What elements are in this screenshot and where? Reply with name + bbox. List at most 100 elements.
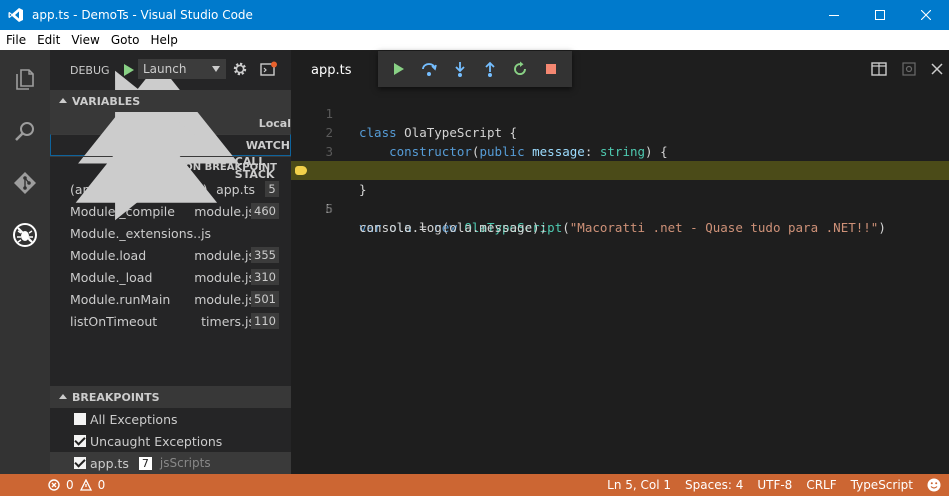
minimize-icon	[829, 15, 839, 16]
breakpoints-header[interactable]: BREAKPOINTS	[50, 386, 291, 408]
continue-button[interactable]	[389, 59, 409, 79]
taskbar-edge	[0, 496, 949, 500]
feedback-smiley-icon[interactable]	[927, 478, 941, 492]
breakpoint-marker-icon[interactable]	[295, 166, 307, 175]
git-icon	[14, 172, 36, 194]
encoding[interactable]: UTF-8	[757, 478, 792, 492]
editor-area: app.ts 1 class OlaTypeScript {2 constru…	[291, 50, 949, 474]
stack-frame[interactable]: Module._compile module.js 460	[50, 200, 291, 222]
open-changes-icon[interactable]	[901, 62, 917, 76]
breakpoint-item[interactable]: Uncaught Exceptions	[50, 430, 291, 452]
stack-frame-line: 310	[251, 269, 279, 285]
code-editor[interactable]: 1 class OlaTypeScript { 2 constructor(pu…	[291, 85, 949, 235]
split-editor-icon[interactable]	[871, 62, 887, 76]
debug-label: DEBUG	[70, 63, 110, 77]
stack-frame[interactable]: (anonymous function) app.ts 5	[50, 178, 291, 200]
maximize-icon	[875, 10, 885, 20]
call-stack-header[interactable]: CALL STACK PAUSED ON BREAKPOINT	[50, 114, 291, 203]
stop-button[interactable]	[541, 59, 561, 79]
stack-frame-line: 355	[251, 247, 279, 263]
current-code-line: 5 var ola = new OlaTypeScript("Macoratti…	[291, 161, 949, 235]
code-line: 1 class OlaTypeScript {	[291, 85, 949, 140]
stack-frame[interactable]: Module.load module.js 355	[50, 244, 291, 266]
vscode-logo-icon	[8, 8, 23, 22]
launch-config-select[interactable]: Launch	[138, 59, 226, 79]
breakpoint-label: All Exceptions	[90, 411, 178, 427]
stack-frame[interactable]: Module._load module.js 310	[50, 266, 291, 288]
debug-button[interactable]	[0, 210, 50, 260]
line-number: 6	[325, 201, 333, 216]
stack-frame-function: (anonymous function)	[70, 182, 208, 197]
line-endings[interactable]: CRLF	[806, 478, 836, 492]
debug-console-icon[interactable]	[260, 61, 278, 77]
start-debugging-icon[interactable]	[122, 63, 136, 77]
collapse-triangle-icon	[59, 394, 67, 399]
step-over-button[interactable]	[419, 59, 439, 79]
tab-app-ts[interactable]: app.ts	[311, 63, 351, 78]
watch-title: WATCH	[245, 138, 290, 152]
code-line: 2 constructor(public message: string) {	[291, 104, 949, 159]
breakpoint-checkbox[interactable]	[74, 457, 86, 469]
code-line: 6 console.log(ola.message);	[291, 180, 949, 235]
error-count[interactable]: 0	[66, 478, 74, 492]
stack-frame-line: 501	[251, 291, 279, 307]
menu-file[interactable]: File	[0, 30, 31, 50]
close-icon	[921, 10, 931, 20]
stack-frame-function: Module.runMain	[70, 292, 171, 307]
stack-frame[interactable]: listOnTimeout timers.js 110	[50, 310, 291, 332]
window-title: app.ts - DemoTs - Visual Studio Code	[32, 8, 253, 22]
cursor-position[interactable]: Ln 5, Col 1	[607, 478, 671, 492]
breakpoint-item[interactable]: app.ts 7 jsScripts	[50, 452, 291, 474]
error-icon[interactable]	[48, 479, 60, 491]
breakpoint-checkbox[interactable]	[74, 435, 86, 447]
stack-frame-file: timers.js	[201, 314, 255, 329]
breakpoint-line-badge: 7	[138, 456, 152, 470]
breakpoints-title: BREAKPOINTS	[72, 390, 160, 404]
breakpoint-item[interactable]: All Exceptions	[50, 408, 291, 430]
stack-frame[interactable]: Module.runMain module.js 501	[50, 288, 291, 310]
breakpoint-label: Uncaught Exceptions	[90, 433, 223, 449]
step-into-button[interactable]	[450, 59, 470, 79]
stack-frame-file: module.js	[194, 248, 255, 263]
step-out-icon	[485, 61, 495, 77]
warning-icon[interactable]	[79, 479, 92, 491]
breakpoint-checkbox[interactable]	[74, 413, 86, 425]
stack-frame-file: module.js	[194, 204, 255, 219]
close-button[interactable]	[903, 0, 949, 30]
breakpoint-folder: jsScripts	[159, 456, 211, 470]
indentation[interactable]: Spaces: 4	[685, 478, 743, 492]
stack-frame-file: app.ts	[216, 182, 255, 197]
minimize-button[interactable]	[811, 0, 857, 30]
language-mode[interactable]: TypeScript	[851, 478, 913, 492]
close-editor-icon[interactable]	[931, 62, 943, 76]
stack-frame-function: Module._load	[70, 270, 153, 285]
stack-frame-function: Module._extensions..js	[70, 226, 212, 241]
step-into-icon	[455, 62, 465, 77]
stack-frame-function: listOnTimeout	[70, 314, 158, 329]
chevron-down-icon	[212, 66, 220, 72]
stop-icon	[545, 64, 556, 74]
debug-icon	[13, 223, 37, 247]
stack-frame-file: module.js	[194, 292, 255, 307]
step-out-button[interactable]	[480, 59, 500, 79]
stack-frame-line: 110	[251, 313, 279, 329]
launch-config-value: Launch	[143, 62, 187, 76]
files-icon	[16, 69, 34, 90]
search-icon	[15, 122, 34, 141]
maximize-button[interactable]	[857, 0, 903, 30]
breakpoint-label: app.ts	[90, 455, 129, 471]
explorer-button[interactable]	[0, 54, 50, 104]
git-button[interactable]	[0, 158, 50, 208]
continue-icon	[394, 63, 405, 75]
warning-count[interactable]: 0	[98, 478, 106, 492]
stack-frame-function: Module._compile	[70, 204, 175, 219]
search-button[interactable]	[0, 106, 50, 156]
gear-icon[interactable]	[232, 61, 248, 77]
restart-icon	[514, 61, 527, 75]
code-line: 3 }	[291, 123, 949, 178]
debug-toolbar	[378, 51, 572, 87]
stack-frame[interactable]: Module._extensions..js	[50, 222, 291, 244]
restart-button[interactable]	[510, 59, 530, 79]
stack-frame-function: Module.load	[70, 248, 147, 263]
local-scope-label: Local	[258, 116, 291, 130]
